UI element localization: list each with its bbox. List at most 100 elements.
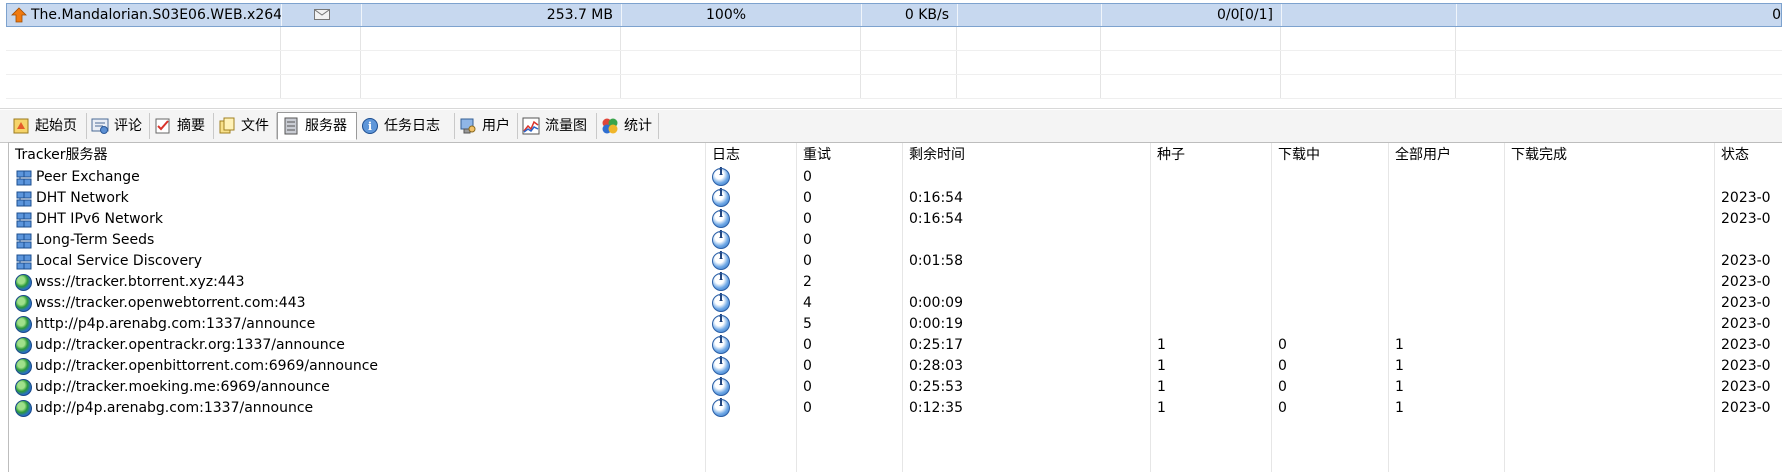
log-cell (706, 188, 796, 209)
header-seeds[interactable]: 种子 (1151, 143, 1271, 167)
header-all-users[interactable]: 全部用户 (1389, 143, 1504, 167)
all-users-cell (1389, 293, 1504, 314)
tracker-row[interactable]: udp://tracker.opentrackr.org:1337/announ… (9, 335, 1782, 356)
info-icon[interactable] (712, 167, 730, 186)
network-icon (15, 232, 33, 250)
log-cell (706, 251, 796, 272)
tracker-row[interactable]: udp://p4p.arenabg.com:1337/announce 0 0:12… (9, 398, 1782, 419)
retry-cell: 0 (803, 232, 812, 248)
tracker-name: wss://tracker.btorrent.xyz:443 (35, 274, 245, 290)
tab-label: 评论 (114, 118, 142, 134)
tab-files[interactable]: 文件 (214, 113, 277, 139)
status-cell: 2023-0 (1721, 295, 1771, 311)
tracker-name-cell: Long-Term Seeds (9, 230, 705, 251)
tab-label: 服务器 (305, 118, 347, 134)
info-icon[interactable] (712, 188, 730, 207)
downloading-cell (1272, 167, 1388, 188)
completed-cell (1505, 293, 1714, 314)
summary-icon (154, 117, 172, 135)
info-icon[interactable] (712, 209, 730, 228)
info-icon[interactable] (712, 356, 730, 375)
tracker-name-cell: udp://p4p.arenabg.com:1337/announce (9, 398, 705, 419)
header-remaining-time[interactable]: 剩余时间 (903, 143, 1150, 167)
globe-icon (15, 337, 32, 354)
tab-server[interactable]: 服务器 (277, 112, 357, 140)
tracker-name-cell: wss://tracker.openwebtorrent.com:443 (9, 293, 705, 314)
retry-cell: 2 (803, 274, 812, 290)
tracker-row[interactable]: DHT IPv6 Network 0 0:16:54 2023-0 (9, 209, 1782, 230)
tab-comment[interactable]: 评论 (87, 113, 150, 139)
info-icon[interactable] (712, 293, 730, 312)
log-cell (706, 398, 796, 419)
tracker-row[interactable]: wss://tracker.btorrent.xyz:443 2 2023-0 (9, 272, 1782, 293)
header-tracker-server[interactable]: Tracker服务器 (9, 143, 705, 167)
torrent-row[interactable]: The.Mandalorian.S03E06.WEB.x264-T... 253… (6, 3, 1782, 27)
log-cell (706, 167, 796, 188)
downloading-cell (1272, 188, 1388, 209)
traffic-graph-icon (522, 117, 540, 135)
tab-task-log[interactable]: i 任务日志 (357, 113, 455, 139)
retry-cell: 0 (803, 169, 812, 185)
remaining-time-cell: 0:12:35 (909, 400, 963, 416)
header-retry[interactable]: 重试 (797, 143, 902, 167)
remaining-time-cell (903, 230, 1150, 251)
seeds-cell: 1 (1157, 400, 1166, 416)
tab-traffic-graph[interactable]: 流量图 (518, 113, 597, 139)
retry-cell: 0 (803, 400, 812, 416)
all-users-cell (1389, 209, 1504, 230)
globe-icon (15, 295, 32, 312)
detail-tab-bar: 起始页 评论 摘要 文件 服务器 i 任务日志 用户 流量图 统计 (0, 110, 1782, 143)
tab-statistics[interactable]: 统计 (597, 113, 659, 139)
log-cell (706, 230, 796, 251)
tracker-row[interactable]: Peer Exchange 0 (9, 167, 1782, 188)
all-users-cell: 1 (1395, 337, 1404, 353)
seeds-cell (1151, 167, 1271, 188)
header-status[interactable]: 状态 (1715, 143, 1782, 167)
network-icon (15, 190, 33, 208)
tracker-name-cell: udp://tracker.moeking.me:6969/announce (9, 377, 705, 398)
tracker-row[interactable]: Local Service Discovery 0 0:01:58 2023-0 (9, 251, 1782, 272)
tab-summary[interactable]: 摘要 (150, 113, 214, 139)
network-icon (15, 169, 33, 187)
network-icon (15, 211, 33, 229)
remaining-time-cell: 0:25:17 (909, 337, 963, 353)
header-completed[interactable]: 下载完成 (1505, 143, 1714, 167)
tracker-row[interactable]: udp://tracker.moeking.me:6969/announce 0 0… (9, 377, 1782, 398)
torrent-list: The.Mandalorian.S03E06.WEB.x264-T... 253… (0, 0, 1782, 109)
tracker-name-cell: DHT IPv6 Network (9, 209, 705, 230)
tracker-row[interactable]: Long-Term Seeds 0 (9, 230, 1782, 251)
downloading-cell (1272, 251, 1388, 272)
seeds-cell (1151, 251, 1271, 272)
tracker-name-cell: udp://tracker.opentrackr.org:1337/announ… (9, 335, 705, 356)
remaining-time-cell: 0:28:03 (909, 358, 963, 374)
downloading-cell (1272, 230, 1388, 251)
all-users-cell: 1 (1395, 379, 1404, 395)
header-log[interactable]: 日志 (706, 143, 796, 167)
tracker-row[interactable]: udp://tracker.openbittorrent.com:6969/an… (9, 356, 1782, 377)
remaining-time-cell (903, 272, 1150, 293)
completed-cell (1505, 356, 1714, 377)
tracker-row[interactable]: wss://tracker.openwebtorrent.com:443 4 0:0… (9, 293, 1782, 314)
log-cell (706, 293, 796, 314)
status-cell (1715, 230, 1782, 251)
info-icon[interactable] (712, 335, 730, 354)
info-icon[interactable] (712, 251, 730, 270)
info-icon[interactable] (712, 314, 730, 333)
info-icon[interactable] (712, 398, 730, 417)
tab-users[interactable]: 用户 (455, 113, 518, 139)
header-downloading[interactable]: 下载中 (1272, 143, 1388, 167)
retry-cell: 0 (803, 379, 812, 395)
tracker-name: udp://tracker.moeking.me:6969/announce (35, 379, 330, 395)
comment-icon (91, 117, 109, 135)
info-icon[interactable] (712, 377, 730, 396)
tracker-row[interactable]: DHT Network 0 0:16:54 2023-0 (9, 188, 1782, 209)
remaining-time-cell: 0:00:19 (909, 316, 963, 332)
tracker-row[interactable]: http://p4p.arenabg.com:1337/announce 5 0:0… (9, 314, 1782, 335)
tracker-name-cell: http://p4p.arenabg.com:1337/announce (9, 314, 705, 335)
tab-start-page[interactable]: 起始页 (8, 113, 87, 139)
remaining-time-cell: 0:25:53 (909, 379, 963, 395)
info-icon[interactable] (712, 230, 730, 249)
all-users-cell (1389, 230, 1504, 251)
info-icon[interactable] (712, 272, 730, 291)
tracker-name-cell: wss://tracker.btorrent.xyz:443 (9, 272, 705, 293)
